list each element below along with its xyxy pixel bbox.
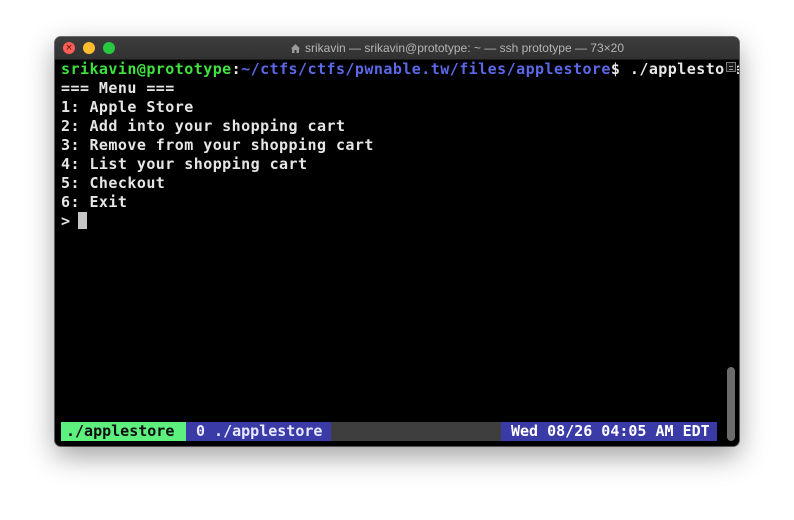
scrollbar-thumb[interactable] <box>727 367 735 441</box>
prompt-separator: : <box>231 60 242 78</box>
status-active-window[interactable]: ./applestore <box>61 422 186 441</box>
scrollbar-toggle-icon[interactable] <box>726 62 736 72</box>
menu-header: === Menu === <box>61 79 175 97</box>
menu-item: 1: Apple Store <box>61 98 194 116</box>
prompt-user-host: srikavin@prototype <box>61 60 232 78</box>
terminal-window: × srikavin — srikavin@prototype: ~ — ssh… <box>55 37 739 446</box>
maximize-button[interactable] <box>103 42 115 54</box>
menu-item: 2: Add into your shopping cart <box>61 117 346 135</box>
menu-item: 3: Remove from your shopping cart <box>61 136 374 154</box>
title-bar[interactable]: × srikavin — srikavin@prototype: ~ — ssh… <box>55 37 739 60</box>
status-clock: Wed 08/26 04:05 AM EDT <box>501 422 717 441</box>
command-line: srikavin@prototype:~/ctfs/ctfs/pwnable.t… <box>61 60 739 79</box>
window-title: srikavin — srikavin@prototype: ~ — ssh p… <box>195 37 719 59</box>
prompt-dollar: $ <box>610 60 621 78</box>
window-title-text: srikavin — srikavin@prototype: ~ — ssh p… <box>305 41 624 55</box>
input-line[interactable]: > <box>61 212 721 231</box>
menu-item: 6: Exit <box>61 193 128 211</box>
terminal-output[interactable]: srikavin@prototype:~/ctfs/ctfs/pwnable.t… <box>61 60 739 444</box>
command-text: ./applestore <box>620 60 739 78</box>
text-cursor <box>78 212 88 229</box>
minimize-button[interactable] <box>83 42 95 54</box>
input-prompt: > <box>61 212 71 230</box>
menu-item: 5: Checkout <box>61 174 166 192</box>
tmux-status-bar: ./applestore 0 ./applestore Wed 08/26 04… <box>61 422 717 441</box>
prompt-path: ~/ctfs/ctfs/pwnable.tw/files/applestore <box>241 60 611 78</box>
close-button[interactable]: × <box>63 42 75 54</box>
menu-item: 4: List your shopping cart <box>61 155 308 173</box>
close-icon: × <box>65 43 73 53</box>
home-icon <box>291 44 300 53</box>
status-window-list[interactable]: 0 ./applestore <box>186 422 331 441</box>
